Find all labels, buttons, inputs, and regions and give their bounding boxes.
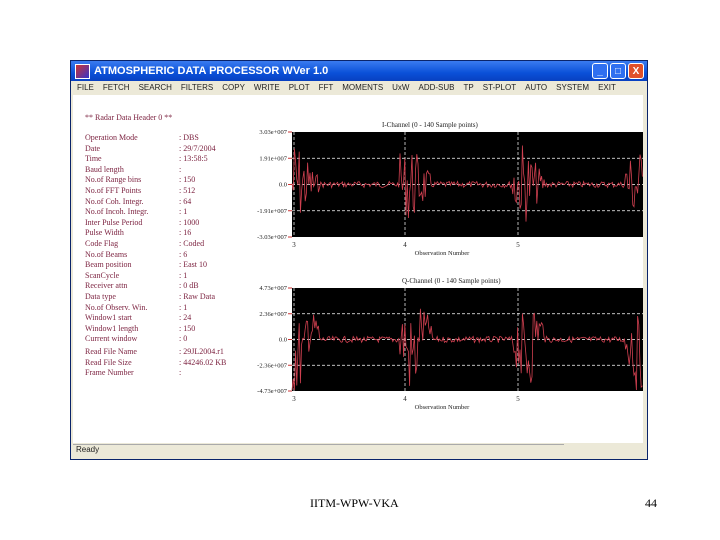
menu-item-copy[interactable]: COPY	[222, 83, 245, 92]
y-tick-label: 0.0	[279, 337, 287, 344]
x-axis-label: Observation Number	[415, 250, 471, 257]
y-tick-label: -4.73e+007	[257, 388, 288, 395]
menu-item-add-sub[interactable]: ADD-SUB	[418, 83, 454, 92]
page-number: 44	[645, 496, 657, 510]
menu-item-st-plot[interactable]: ST-PLOT	[483, 83, 516, 92]
app-icon	[75, 63, 90, 79]
title-bar: ATMOSPHERIC DATA PROCESSOR WVer 1.0 _ □ …	[71, 61, 647, 81]
x-tick-label: 5	[516, 395, 520, 403]
maximize-button[interactable]: □	[610, 63, 626, 79]
menu-item-file[interactable]: FILE	[77, 83, 94, 92]
x-tick-label: 3	[292, 395, 296, 403]
main-content: ** Radar Data Header 0 ** Operation Mode…	[73, 95, 643, 443]
footer-text: IITM-WPW-VKA	[310, 496, 399, 510]
menu-item-fetch[interactable]: FETCH	[103, 83, 130, 92]
menu-item-fft[interactable]: FFT	[319, 83, 334, 92]
x-tick-label: 3	[292, 241, 296, 249]
window-title: ATMOSPHERIC DATA PROCESSOR WVer 1.0	[94, 65, 329, 77]
y-tick-label: 0.0	[279, 182, 287, 189]
y-tick-label: 4.73e+007	[259, 285, 287, 292]
app-window: ATMOSPHERIC DATA PROCESSOR WVer 1.0 _ □ …	[70, 60, 648, 460]
y-tick-label: 2.36e+007	[259, 311, 287, 318]
menu-item-system[interactable]: SYSTEM	[556, 83, 589, 92]
menu-item-tp[interactable]: TP	[464, 83, 474, 92]
menu-item-search[interactable]: SEARCH	[139, 83, 172, 92]
menu-item-uxw[interactable]: UxW	[392, 83, 409, 92]
menu-bar: FILE FETCH SEARCH FILTERS COPY WRITE PLOT FFT MO…	[71, 81, 647, 94]
chart-title: Q-Channel (0 - 140 Sample points)	[402, 277, 501, 285]
close-button[interactable]: X	[628, 63, 644, 79]
x-axis-label: Observation Number	[415, 404, 471, 411]
y-tick-label: -3.03e+007	[257, 234, 288, 241]
x-tick-label: 4	[403, 241, 407, 249]
charts-area: I-Channel (0 - 140 Sample points) 3.03e+0…	[257, 121, 643, 411]
x-tick-label: 4	[403, 395, 407, 403]
menu-item-plot[interactable]: PLOT	[289, 83, 310, 92]
status-bar: Ready	[73, 444, 564, 457]
menu-item-moments[interactable]: MOMENTS	[342, 83, 383, 92]
y-tick-label: -1.91e+007	[257, 208, 288, 215]
chart-title: I-Channel (0 - 140 Sample points)	[382, 121, 479, 129]
x-tick-label: 5	[516, 241, 520, 249]
minimize-button[interactable]: _	[592, 63, 608, 79]
menu-item-filters[interactable]: FILTERS	[181, 83, 213, 92]
y-tick-label: 3.03e+007	[259, 129, 287, 136]
menu-item-auto[interactable]: AUTO	[525, 83, 547, 92]
menu-item-exit[interactable]: EXIT	[598, 83, 616, 92]
menu-item-write[interactable]: WRITE	[254, 83, 280, 92]
y-tick-label: 1.91e+007	[259, 155, 287, 162]
y-tick-label: -2.36e+007	[257, 362, 288, 369]
